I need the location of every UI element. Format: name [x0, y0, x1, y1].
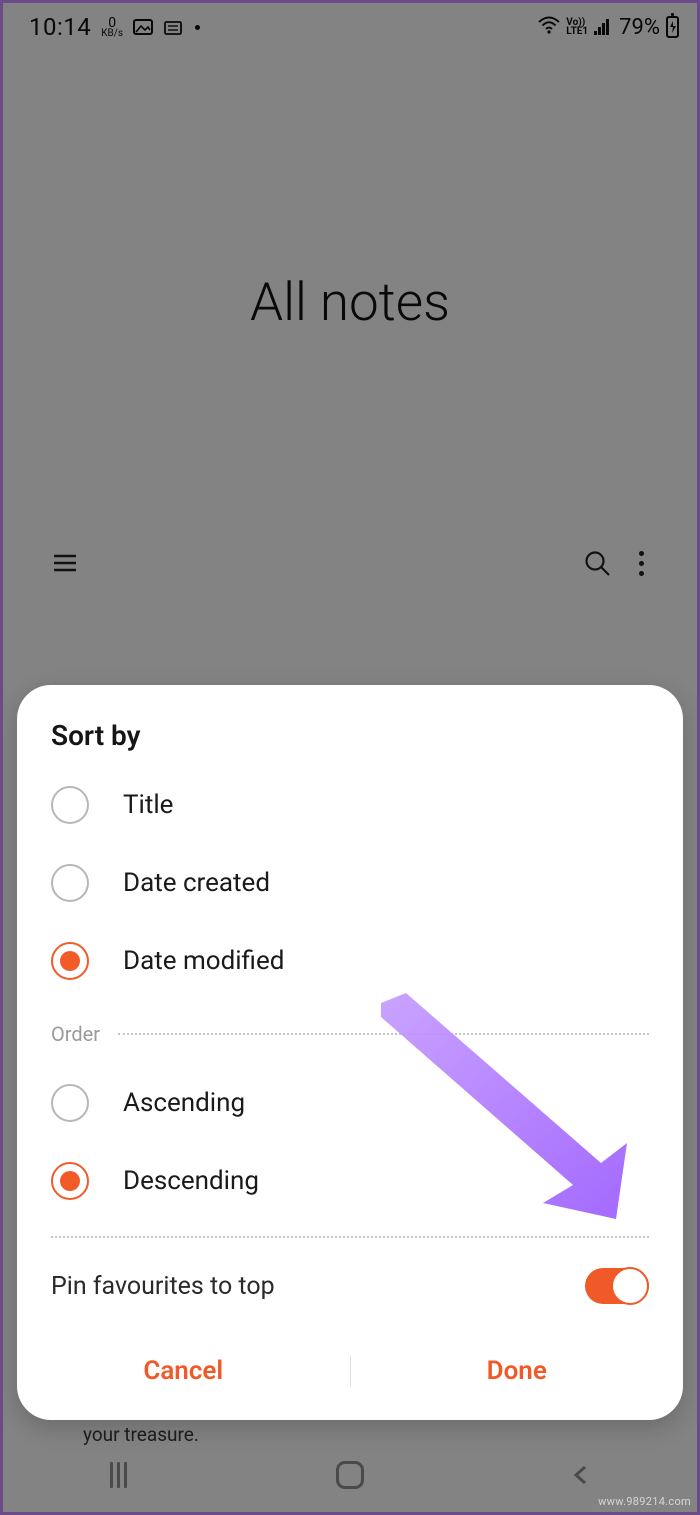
radio-label: Ascending [123, 1088, 245, 1118]
sort-dialog: Sort by Title Date created Date modified… [17, 685, 683, 1420]
pin-favourites-label: Pin favourites to top [51, 1272, 275, 1301]
order-option-descending[interactable]: Descending [17, 1142, 683, 1220]
order-section-header: Order [17, 1000, 683, 1064]
nav-recents-button[interactable] [59, 1451, 179, 1499]
order-option-ascending[interactable]: Ascending [17, 1064, 683, 1142]
radio-icon [51, 786, 89, 824]
radio-label: Date created [123, 868, 270, 898]
watermark: www.989214.com [598, 1495, 691, 1508]
radio-label: Date modified [123, 946, 284, 976]
nav-home-button[interactable] [290, 1451, 410, 1499]
radio-icon [51, 942, 89, 980]
radio-icon [51, 1084, 89, 1122]
sort-option-title[interactable]: Title [17, 766, 683, 844]
radio-icon [51, 1162, 89, 1200]
dialog-actions: Cancel Done [17, 1332, 683, 1410]
divider [51, 1236, 649, 1238]
order-section-label: Order [51, 1022, 100, 1046]
radio-label: Title [123, 790, 173, 820]
radio-label: Descending [123, 1166, 259, 1196]
cancel-button[interactable]: Cancel [17, 1356, 350, 1386]
nav-back-button[interactable] [521, 1451, 641, 1499]
dialog-title: Sort by [17, 719, 683, 766]
navigation-bar [3, 1438, 697, 1512]
pin-favourites-toggle[interactable] [585, 1268, 649, 1304]
divider [118, 1033, 649, 1035]
sort-option-date-modified[interactable]: Date modified [17, 922, 683, 1000]
done-button[interactable]: Done [351, 1356, 684, 1386]
pin-favourites-row[interactable]: Pin favourites to top [17, 1254, 683, 1326]
radio-icon [51, 864, 89, 902]
sort-option-date-created[interactable]: Date created [17, 844, 683, 922]
